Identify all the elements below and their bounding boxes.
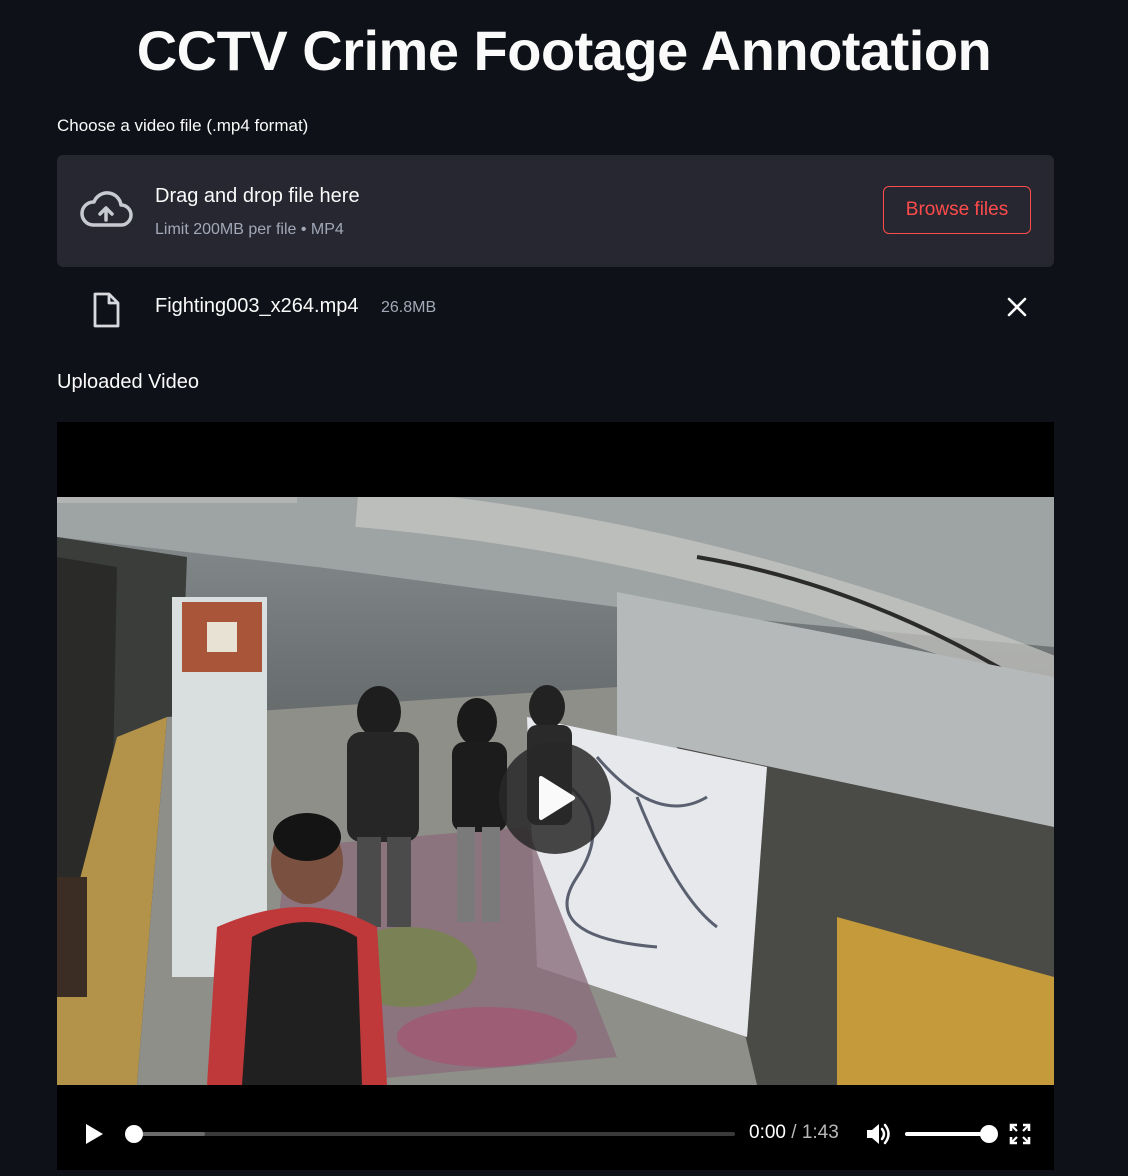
duration: 1:43 [801, 1122, 839, 1143]
play-icon[interactable] [83, 1123, 105, 1145]
volume-icon[interactable] [865, 1122, 891, 1146]
app-page: CCTV Crime Footage Annotation Choose a v… [0, 0, 1128, 1176]
page-title: CCTV Crime Footage Annotation [136, 19, 992, 82]
video-controls: 0:00 / 1:43 [57, 1114, 1054, 1170]
seek-thumb[interactable] [125, 1125, 143, 1143]
cloud-upload-icon [80, 191, 133, 227]
seek-bar[interactable] [125, 1125, 735, 1143]
close-icon[interactable] [1004, 294, 1030, 320]
dropzone-instructions: Drag and drop file here [155, 185, 360, 207]
volume-slider[interactable] [905, 1125, 998, 1143]
dropzone-limit-hint: Limit 200MB per file • MP4 [155, 221, 344, 238]
time-display: 0:00 / 1:43 [749, 1122, 839, 1144]
uploaded-file-item: Fighting003_x264.mp4 26.8MB [57, 282, 1054, 334]
uploaded-file-size: 26.8MB [381, 299, 437, 316]
time-separator: / [785, 1122, 802, 1143]
file-icon [93, 292, 120, 328]
video-player[interactable]: 0:00 / 1:43 [57, 422, 1054, 1170]
fullscreen-icon[interactable] [1009, 1123, 1031, 1145]
seek-buffered-range [133, 1132, 206, 1136]
volume-level [905, 1132, 989, 1136]
volume-thumb[interactable] [980, 1125, 998, 1143]
uploaded-file-name: Fighting003_x264.mp4 [155, 295, 359, 317]
current-time: 0:00 [749, 1122, 786, 1143]
uploader-label: Choose a video file (.mp4 format) [57, 116, 309, 135]
uploaded-video-label: Uploaded Video [57, 371, 199, 393]
browse-files-button[interactable]: Browse files [883, 186, 1031, 234]
file-dropzone[interactable]: Drag and drop file here Limit 200MB per … [57, 155, 1054, 267]
play-overlay-icon[interactable] [499, 742, 611, 854]
